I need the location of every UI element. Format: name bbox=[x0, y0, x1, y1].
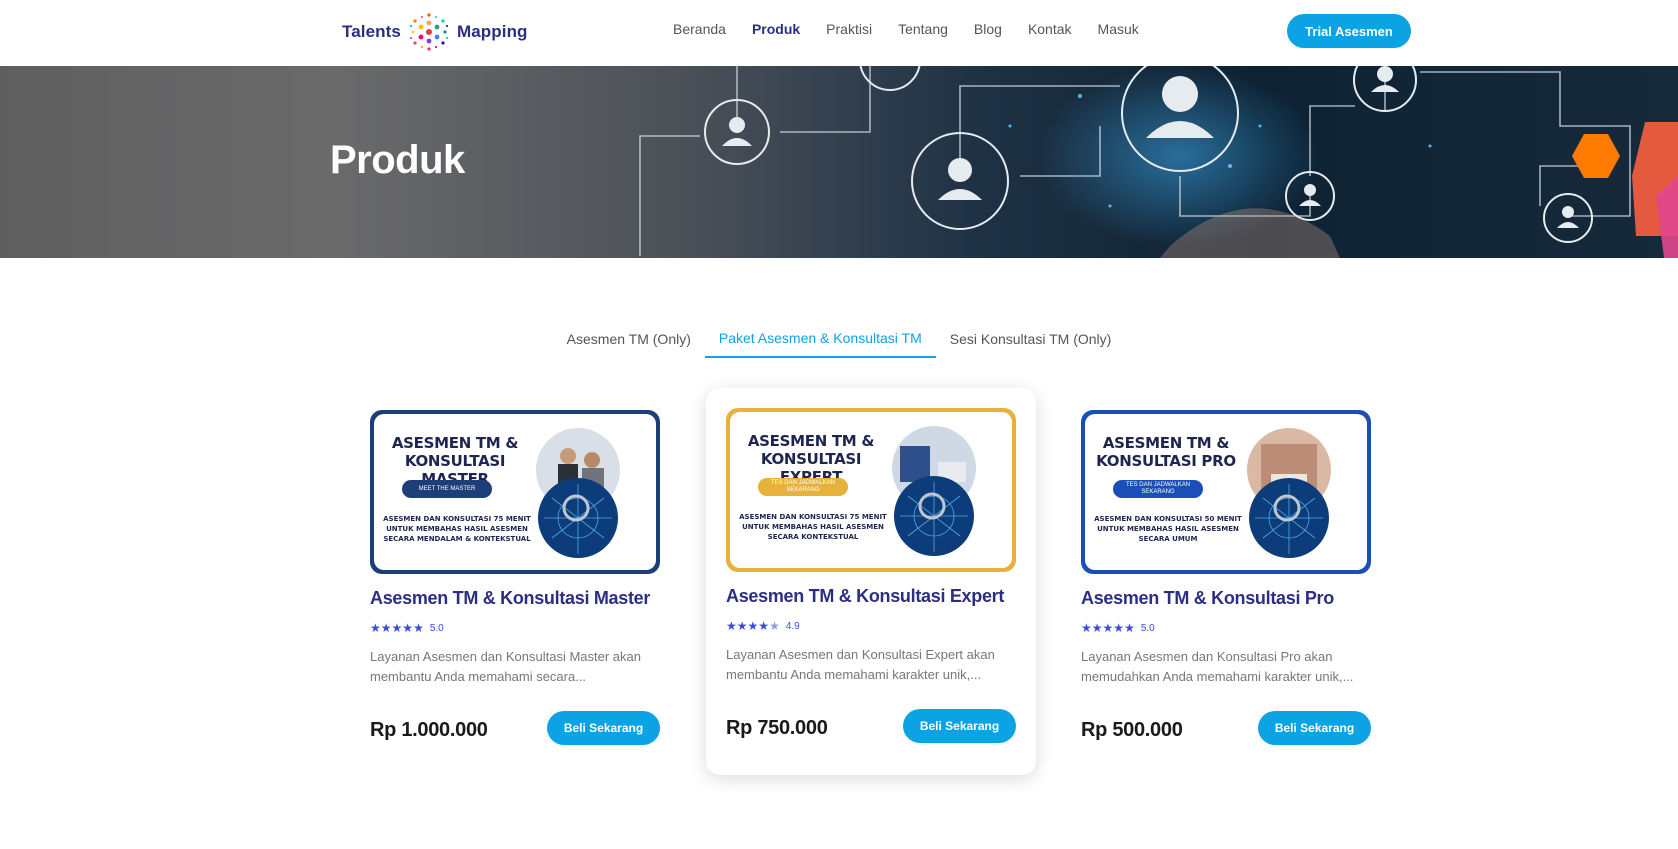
menu-item-praktisi[interactable]: Praktisi bbox=[826, 21, 872, 37]
star-full-icon: ★ bbox=[1113, 621, 1125, 635]
star-full-icon: ★ bbox=[391, 621, 403, 635]
product-image-desc: ASESMEN DAN KONSULTASI 50 MENIT UNTUK ME… bbox=[1094, 515, 1242, 543]
tab-paket-asesmen-konsultasi[interactable]: Paket Asesmen & Konsultasi TM bbox=[704, 318, 936, 358]
buy-now-button[interactable]: Beli Sekarang bbox=[1258, 711, 1371, 745]
star-full-icon: ★ bbox=[736, 619, 748, 633]
star-full-icon: ★ bbox=[1091, 621, 1103, 635]
menu-item-beranda[interactable]: Beranda bbox=[673, 21, 726, 37]
product-description: Layanan Asesmen dan Konsultasi Expert ak… bbox=[726, 647, 995, 682]
product-price: Rp 750.000 bbox=[726, 717, 828, 739]
consultation-photo-icon bbox=[536, 428, 620, 558]
star-full-icon: ★ bbox=[1102, 621, 1114, 635]
hero-banner: Produk bbox=[0, 66, 1678, 258]
star-rating-icon: ★★★★★ bbox=[1081, 619, 1135, 637]
product-title[interactable]: Asesmen TM & Konsultasi Pro bbox=[1081, 588, 1371, 609]
rating-value: 4.9 bbox=[785, 620, 800, 632]
product-image[interactable]: ASESMEN TM & KONSULTASI PRO TES DAN JADW… bbox=[1081, 410, 1371, 574]
star-full-icon: ★ bbox=[758, 619, 770, 633]
logo-text-right: Mapping bbox=[456, 22, 528, 41]
product-image[interactable]: ASESMEN TM & KONSULTASI EXPERT TES DAN J… bbox=[726, 408, 1016, 572]
product-category-tabs: Asesmen TM (Only) Paket Asesmen & Konsul… bbox=[0, 318, 1678, 358]
page-title: Produk bbox=[330, 138, 465, 182]
menu-item-kontak[interactable]: Kontak bbox=[1028, 21, 1072, 37]
menu-item-produk[interactable]: Produk bbox=[752, 21, 800, 37]
product-card-expert[interactable]: ASESMEN TM & KONSULTASI EXPERT TES DAN J… bbox=[706, 388, 1036, 775]
star-full-icon: ★ bbox=[370, 621, 381, 635]
star-full-icon: ★ bbox=[747, 619, 759, 633]
menu-item-blog[interactable]: Blog bbox=[974, 21, 1002, 37]
buy-now-button[interactable]: Beli Sekarang bbox=[547, 711, 660, 745]
product-rating: ★★★★★ 5.0 bbox=[370, 619, 660, 637]
menu-item-masuk[interactable]: Masuk bbox=[1098, 21, 1139, 37]
product-image-title: ASESMEN TM & KONSULTASI PRO bbox=[1096, 434, 1236, 470]
buy-now-button[interactable]: Beli Sekarang bbox=[903, 709, 1016, 743]
star-rating-icon: ★★★★★ bbox=[370, 619, 424, 637]
product-title[interactable]: Asesmen TM & Konsultasi Master bbox=[370, 588, 660, 609]
product-card-pro[interactable]: ASESMEN TM & KONSULTASI PRO TES DAN JADW… bbox=[1061, 390, 1391, 777]
consultation-photo-icon bbox=[1247, 428, 1331, 558]
product-rating: ★★★★★ 5.0 bbox=[1081, 619, 1371, 637]
product-description: Layanan Asesmen dan Konsultasi Pro akan … bbox=[1081, 649, 1354, 684]
star-half-icon: ★ bbox=[769, 619, 780, 633]
menu-item-tentang[interactable]: Tentang bbox=[898, 21, 948, 37]
rating-value: 5.0 bbox=[429, 622, 444, 634]
product-image[interactable]: ASESMEN TM & KONSULTASI MASTER MEET THE … bbox=[370, 410, 660, 574]
brand-logo[interactable]: Talents Mapping bbox=[342, 10, 528, 54]
tab-asesmen-only[interactable]: Asesmen TM (Only) bbox=[553, 318, 705, 358]
network-background-illustration bbox=[639, 66, 1678, 258]
star-full-icon: ★ bbox=[402, 621, 414, 635]
product-price: Rp 1.000.000 bbox=[370, 719, 488, 741]
logo-text-left: Talents bbox=[342, 22, 401, 41]
rating-value: 5.0 bbox=[1140, 622, 1155, 634]
star-full-icon: ★ bbox=[380, 621, 392, 635]
logo-mark-icon bbox=[409, 13, 449, 51]
product-description: Layanan Asesmen dan Konsultasi Master ak… bbox=[370, 649, 642, 684]
product-rating: ★★★★★ 4.9 bbox=[726, 617, 1016, 635]
product-image-pill: TES DAN JADWALKAN SEKARANG bbox=[1113, 480, 1203, 498]
star-full-icon: ★ bbox=[413, 621, 424, 635]
main-menu: Beranda Produk Praktisi Tentang Blog Kon… bbox=[673, 21, 1139, 37]
product-title[interactable]: Asesmen TM & Konsultasi Expert bbox=[726, 586, 1016, 607]
top-navbar: Talents Mapping Beranda Produk Praktisi … bbox=[0, 0, 1678, 66]
consultation-photo-icon bbox=[892, 426, 976, 556]
product-image-desc: ASESMEN DAN KONSULTASI 75 MENIT UNTUK ME… bbox=[739, 513, 887, 541]
tab-sesi-konsultasi-only[interactable]: Sesi Konsultasi TM (Only) bbox=[936, 318, 1126, 358]
product-image-desc: ASESMEN DAN KONSULTASI 75 MENIT UNTUK ME… bbox=[383, 515, 531, 543]
trial-asesmen-button[interactable]: Trial Asesmen bbox=[1287, 14, 1411, 48]
product-image-pill: TES DAN JADWALKAN SEKARANG bbox=[758, 478, 848, 496]
product-image-pill: MEET THE MASTER bbox=[402, 480, 492, 498]
product-card-master[interactable]: ASESMEN TM & KONSULTASI MASTER MEET THE … bbox=[350, 390, 680, 777]
product-price: Rp 500.000 bbox=[1081, 719, 1183, 741]
star-full-icon: ★ bbox=[1081, 621, 1092, 635]
star-full-icon: ★ bbox=[726, 619, 737, 633]
star-rating-icon: ★★★★★ bbox=[726, 617, 780, 635]
star-full-icon: ★ bbox=[1124, 621, 1135, 635]
